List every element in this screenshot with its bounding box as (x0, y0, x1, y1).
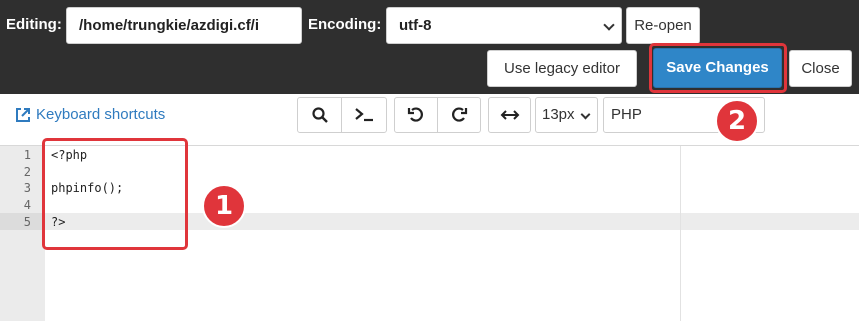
save-highlight-box (649, 43, 787, 93)
chevron-down-icon (603, 19, 615, 31)
encoding-value: utf-8 (399, 17, 432, 34)
print-margin (680, 146, 681, 321)
line-number: 1 (23, 148, 31, 162)
line-number: 5 (23, 215, 31, 229)
font-size-select[interactable]: 13px (535, 97, 598, 133)
close-button[interactable]: Close (789, 50, 852, 87)
legacy-editor-button[interactable]: Use legacy editor (487, 50, 637, 87)
chevron-down-icon (580, 109, 591, 120)
keyboard-shortcuts-link[interactable]: Keyboard shortcuts (15, 106, 165, 123)
line-number: 3 (23, 181, 31, 195)
external-link-icon (16, 107, 30, 122)
code-highlight-box (42, 138, 188, 250)
editing-label: Editing: (6, 16, 62, 33)
search-terminal-group (297, 97, 387, 133)
step-badge-2: 2 (715, 99, 759, 143)
wrap-group (488, 97, 531, 133)
wrap-toggle-button[interactable] (489, 98, 530, 132)
undo-icon (407, 107, 423, 122)
line-number: 2 (23, 165, 31, 179)
redo-icon (451, 107, 467, 122)
language-value: PHP (611, 106, 642, 123)
goto-line-button[interactable] (342, 98, 386, 132)
search-button[interactable] (298, 98, 342, 132)
wrap-icon (500, 110, 519, 120)
file-path-input[interactable]: /home/trungkie/azdigi.cf/i (66, 7, 302, 44)
redo-button[interactable] (438, 98, 480, 132)
encoding-select[interactable]: utf-8 (386, 7, 622, 44)
encoding-label: Encoding: (308, 16, 382, 33)
undo-button[interactable] (395, 98, 438, 132)
search-icon (311, 107, 328, 123)
step-badge-1: 1 (202, 184, 246, 228)
font-size-value: 13px (542, 106, 575, 123)
keyboard-shortcuts-label: Keyboard shortcuts (36, 106, 166, 123)
terminal-icon (355, 108, 373, 122)
undo-redo-group (394, 97, 481, 133)
reopen-button[interactable]: Re-open (626, 7, 700, 44)
line-number: 4 (23, 198, 31, 212)
